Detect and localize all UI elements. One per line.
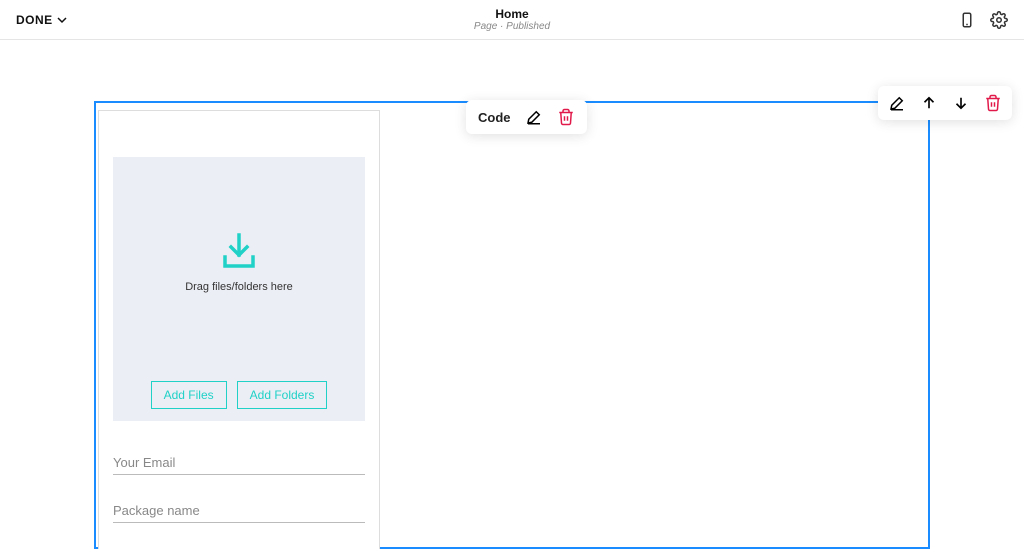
mobile-preview-icon[interactable]: [958, 11, 976, 29]
upload-icon: [219, 233, 259, 271]
chevron-down-icon: [57, 15, 67, 25]
dropzone-buttons: Add Files Add Folders: [113, 381, 365, 409]
edit-icon[interactable]: [888, 94, 906, 112]
page-title: Home: [474, 6, 550, 20]
drag-text: Drag files/folders here: [185, 281, 293, 293]
edit-icon[interactable]: [525, 108, 543, 126]
header-center: Home Page · Published: [474, 6, 550, 32]
done-label: DONE: [16, 13, 53, 27]
trash-icon[interactable]: [984, 94, 1002, 112]
move-up-icon[interactable]: [920, 94, 938, 112]
gear-icon[interactable]: [990, 11, 1008, 29]
move-down-icon[interactable]: [952, 94, 970, 112]
trash-icon[interactable]: [557, 108, 575, 126]
add-folders-button[interactable]: Add Folders: [237, 381, 328, 409]
package-name-field[interactable]: [113, 499, 365, 523]
header-right: [958, 11, 1008, 29]
done-button[interactable]: DONE: [16, 13, 67, 27]
upload-widget-panel: Drag files/folders here Add Files Add Fo…: [98, 110, 380, 549]
code-block-label: Code: [478, 110, 511, 125]
code-block-toolbar: Code: [466, 100, 587, 134]
editor-header: DONE Home Page · Published: [0, 0, 1024, 40]
canvas-area: Code Drag files: [0, 40, 1024, 509]
email-field[interactable]: [113, 451, 365, 475]
add-files-button[interactable]: Add Files: [151, 381, 227, 409]
page-subtitle: Page · Published: [474, 21, 550, 33]
file-dropzone[interactable]: Drag files/folders here Add Files Add Fo…: [113, 157, 365, 421]
section-toolbar: [878, 86, 1012, 120]
